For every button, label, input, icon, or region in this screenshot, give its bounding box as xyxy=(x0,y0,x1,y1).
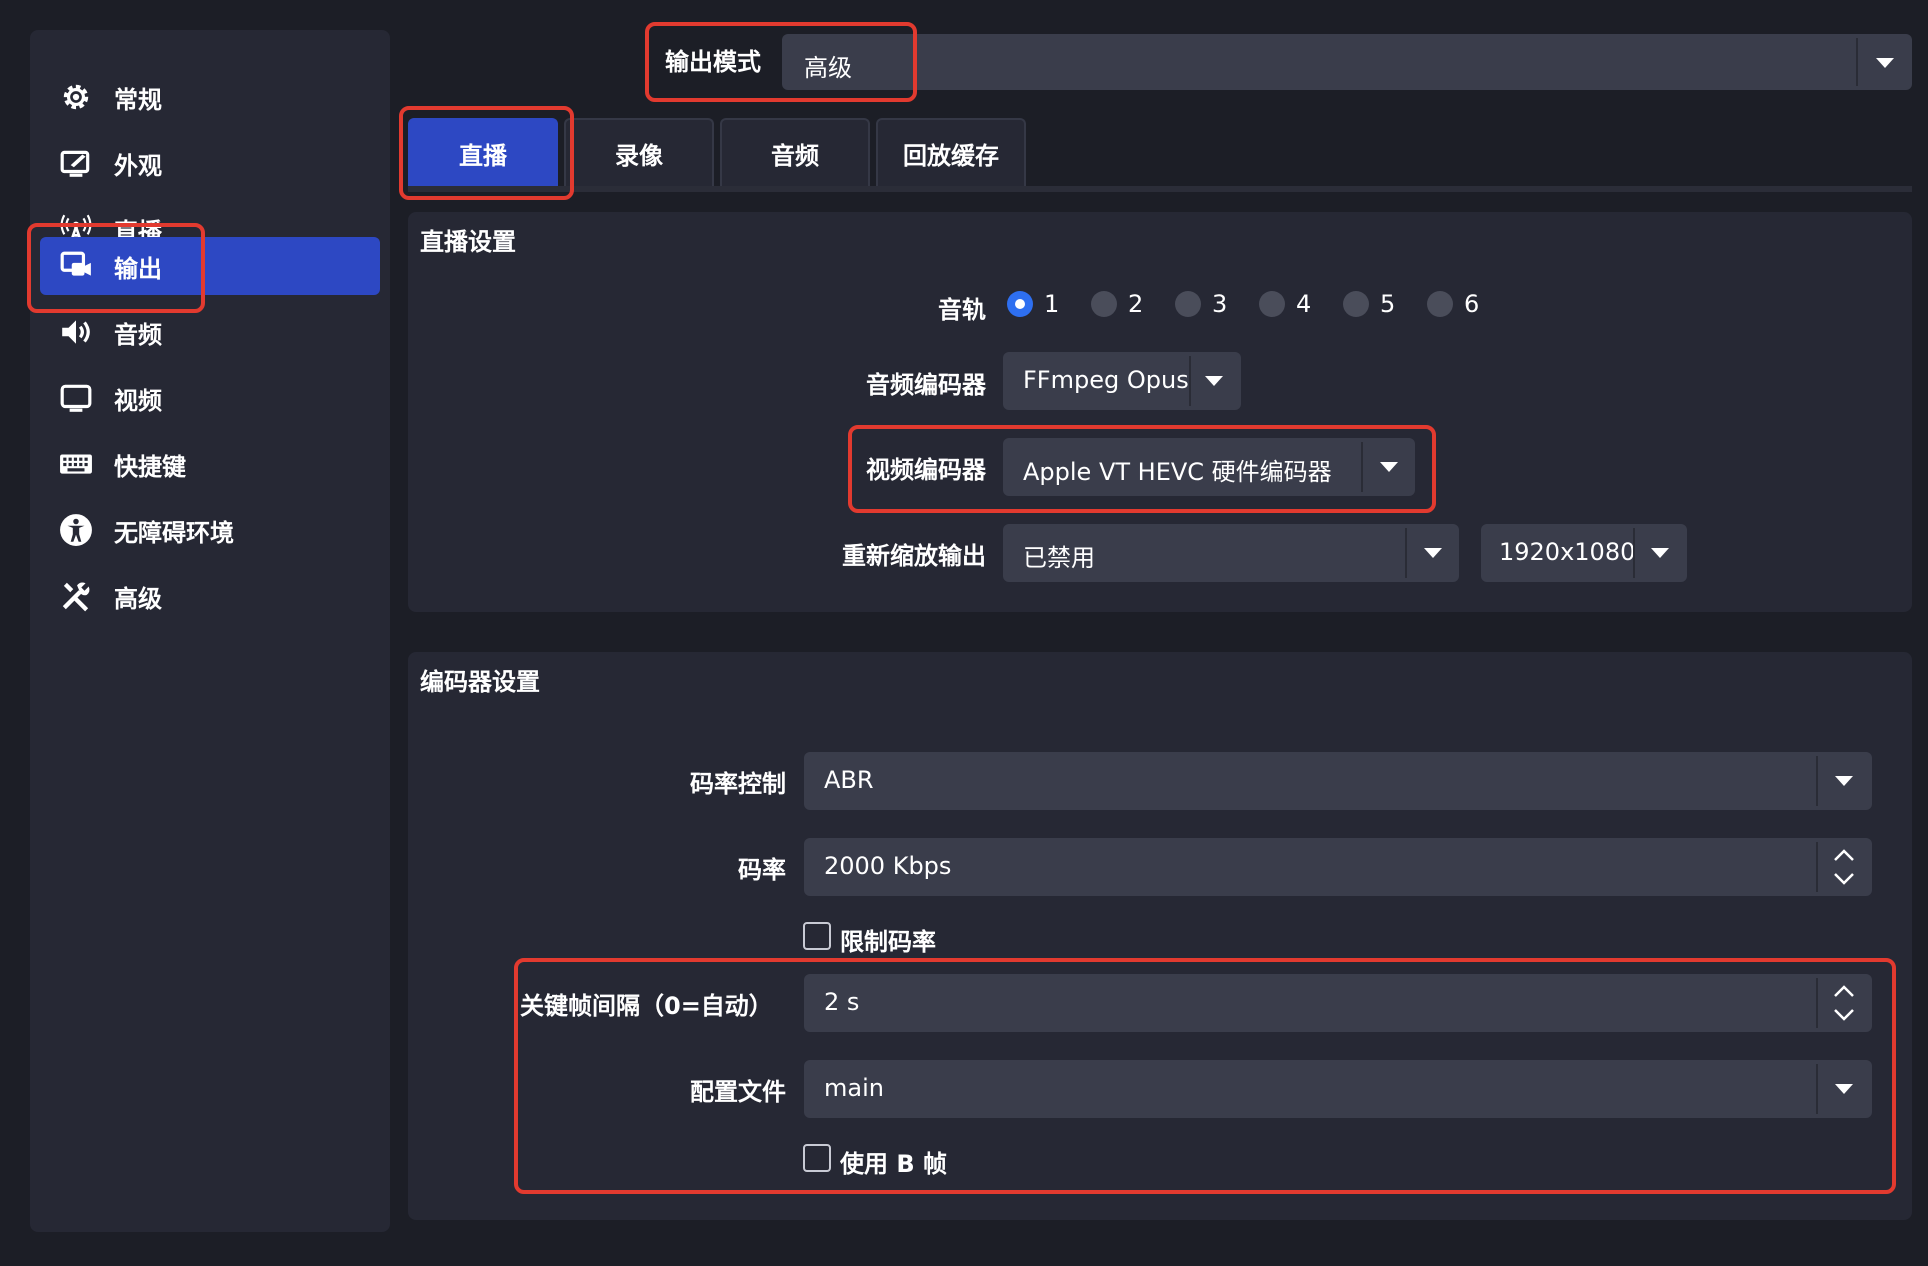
audio-track-radio-5[interactable] xyxy=(1343,291,1369,317)
sidebar-item-label: 常规 xyxy=(114,85,162,114)
audio-track-option-label: 5 xyxy=(1380,290,1396,318)
tab-bar-underline xyxy=(408,186,1912,192)
sidebar-item-label: 快捷键 xyxy=(114,452,186,481)
chevron-down-icon xyxy=(1876,58,1894,68)
tab-audio[interactable]: 音频 xyxy=(720,118,870,186)
rescale-output-label: 重新缩放输出 xyxy=(842,542,986,570)
chevron-down-icon xyxy=(1651,548,1669,558)
audio-track-option-label: 2 xyxy=(1128,290,1144,318)
sidebar-item-appearance[interactable]: 外观 xyxy=(40,134,380,192)
appearance-icon xyxy=(56,143,96,183)
sidebar-item-label: 无障碍环境 xyxy=(114,518,234,547)
audio-track-option-label: 3 xyxy=(1212,290,1228,318)
rescale-output-value: 已禁用 xyxy=(1023,544,1095,572)
sidebar-item-hotkeys[interactable]: 快捷键 xyxy=(40,435,380,493)
bitrate-label: 码率 xyxy=(738,856,786,884)
audio-track-radio-6[interactable] xyxy=(1427,291,1453,317)
chevron-down-icon xyxy=(1205,376,1223,386)
rescale-output-select[interactable]: 已禁用 xyxy=(1003,524,1459,582)
monitor-icon xyxy=(56,378,96,418)
chevron-down-icon xyxy=(1835,776,1853,786)
bitrate-spinbox[interactable]: 2000 Kbps xyxy=(804,838,1872,896)
chevron-up-icon[interactable] xyxy=(1832,848,1856,862)
gear-icon xyxy=(56,77,96,117)
rescale-resolution-value: 1920x1080 xyxy=(1499,538,1636,566)
chevron-down-icon xyxy=(1424,548,1442,558)
audio-encoder-label: 音频编码器 xyxy=(866,371,986,399)
limit-bitrate-checkbox[interactable] xyxy=(803,922,831,950)
audio-track-option-label: 1 xyxy=(1044,290,1060,318)
encoder-settings-title: 编码器设置 xyxy=(420,668,540,696)
sidebar-item-advanced[interactable]: 高级 xyxy=(40,567,380,625)
rate-control-value: ABR xyxy=(824,766,874,794)
audio-track-radio-2[interactable] xyxy=(1091,291,1117,317)
audio-track-option-label: 6 xyxy=(1464,290,1480,318)
keyboard-icon xyxy=(56,444,96,484)
rate-control-select[interactable]: ABR xyxy=(804,752,1872,810)
annotation-highlight-keyframe-profile xyxy=(514,958,1896,1194)
audio-track-radio-3[interactable] xyxy=(1175,291,1201,317)
sidebar-item-label: 音频 xyxy=(114,320,162,349)
sidebar-item-video[interactable]: 视频 xyxy=(40,369,380,427)
tab-replay-buffer[interactable]: 回放缓存 xyxy=(876,118,1026,186)
audio-encoder-value: FFmpeg Opus xyxy=(1023,366,1189,394)
sidebar-item-label: 视频 xyxy=(114,386,162,415)
settings-sidebar: 常规 外观 直播 输出 音频 视频 快捷键 无障碍环境 高级 xyxy=(30,30,390,1232)
annotation-highlight-stream-tab xyxy=(399,106,574,200)
sidebar-item-accessibility[interactable]: 无障碍环境 xyxy=(40,501,380,559)
rescale-resolution-select[interactable]: 1920x1080 xyxy=(1481,524,1687,582)
audio-track-option-label: 4 xyxy=(1296,290,1312,318)
accessibility-icon xyxy=(56,510,96,550)
rate-control-label: 码率控制 xyxy=(690,770,786,798)
annotation-highlight-video-encoder xyxy=(848,425,1436,513)
annotation-highlight-output-mode xyxy=(645,22,917,102)
sidebar-item-general[interactable]: 常规 xyxy=(40,68,380,126)
annotation-highlight-sidebar xyxy=(27,223,205,313)
limit-bitrate-label: 限制码率 xyxy=(840,928,936,956)
audio-track-radio-4[interactable] xyxy=(1259,291,1285,317)
tools-icon xyxy=(56,576,96,616)
sidebar-item-label: 外观 xyxy=(114,151,162,180)
bitrate-value: 2000 Kbps xyxy=(824,852,952,880)
tab-recording[interactable]: 录像 xyxy=(564,118,714,186)
audio-track-label: 音轨 xyxy=(938,296,986,324)
audio-encoder-select[interactable]: FFmpeg Opus xyxy=(1003,352,1241,410)
stream-settings-title: 直播设置 xyxy=(420,228,516,256)
audio-track-radio-1[interactable] xyxy=(1007,291,1033,317)
output-mode-select[interactable]: 高级 xyxy=(782,34,1912,90)
speaker-icon xyxy=(56,312,96,352)
sidebar-item-label: 高级 xyxy=(114,584,162,613)
chevron-down-icon[interactable] xyxy=(1832,872,1856,886)
